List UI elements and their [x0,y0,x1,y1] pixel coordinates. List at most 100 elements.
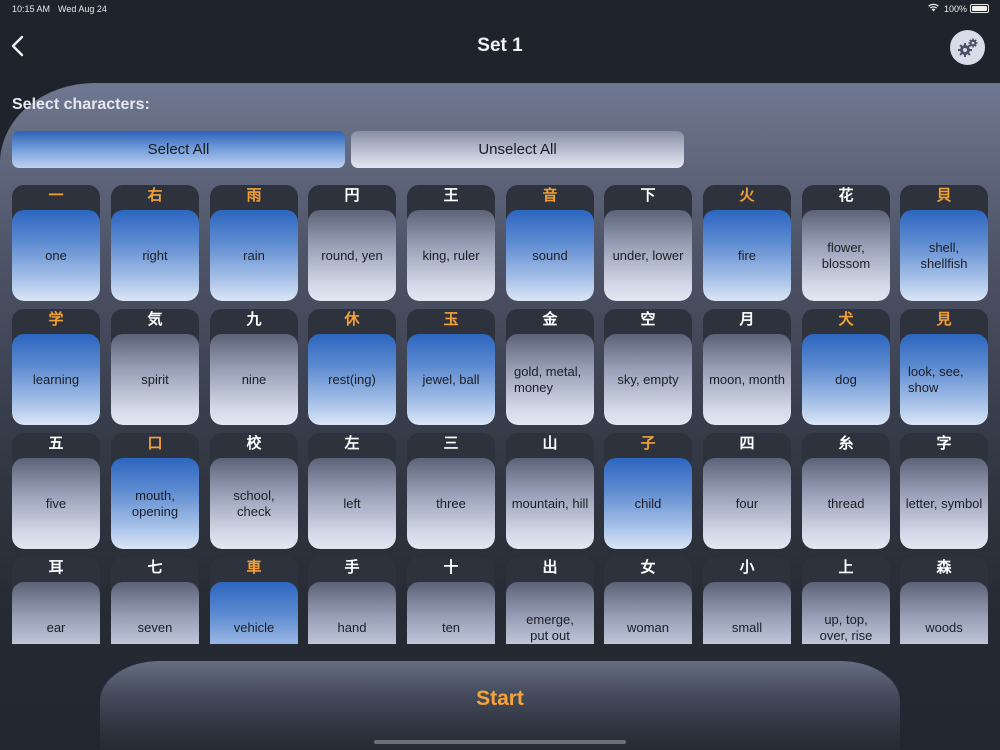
character-meaning-box: woods [900,582,988,644]
character-meaning: woods [925,619,963,635]
character-kanji: 小 [739,558,755,576]
character-kanji: 出 [542,558,558,576]
character-card[interactable]: 右 right [111,185,199,301]
character-kanji: 休 [344,310,360,328]
character-card[interactable]: 三 three [407,433,495,549]
character-card[interactable]: 貝 shell, shellfish [900,185,988,301]
character-card[interactable]: 空 sky, empty [604,309,692,425]
character-card[interactable]: 学 learning [12,309,100,425]
settings-button[interactable] [950,30,985,65]
character-meaning-box: hand [308,582,396,644]
character-meaning-box: spirit [111,334,199,425]
character-meaning: up, top, over, rise [819,611,873,643]
status-bar: 10:15 AM Wed Aug 24 100% [0,0,1000,18]
character-meaning: five [45,495,67,511]
character-card[interactable]: 犬 dog [802,309,890,425]
character-card[interactable]: 森 woods [900,557,988,644]
battery-icon [970,4,989,13]
page-title: Set 1 [477,35,523,56]
character-kanji: 十 [443,558,459,576]
character-meaning-box: emerge, put out [506,582,594,644]
character-card[interactable]: 王 king, ruler [407,185,495,301]
character-meaning-box: dog [802,334,890,425]
character-kanji: 森 [936,558,952,576]
character-meaning: ear [46,619,66,635]
character-card[interactable]: 左 left [308,433,396,549]
character-card[interactable]: 女 woman [604,557,692,644]
character-meaning-box: rest(ing) [308,334,396,425]
character-card[interactable]: 小 small [703,557,791,644]
character-kanji: 王 [443,186,459,204]
select-all-button[interactable]: Select All [12,131,345,168]
character-card[interactable]: 耳 ear [12,557,100,644]
character-card[interactable]: 音 sound [506,185,594,301]
character-card[interactable]: 月 moon, month [703,309,791,425]
character-card[interactable]: 字 letter, symbol [900,433,988,549]
character-card[interactable]: 出 emerge, put out [506,557,594,644]
character-kanji: 耳 [48,558,64,576]
character-meaning-box: learning [12,334,100,425]
character-meaning-box: four [703,458,791,549]
character-card[interactable]: 金 gold, metal, money [506,309,594,425]
character-card[interactable]: 糸 thread [802,433,890,549]
character-meaning: dog [835,371,857,387]
character-meaning: left [343,495,361,511]
character-meaning: learning [32,371,80,387]
character-card[interactable]: 四 four [703,433,791,549]
home-indicator [374,740,626,744]
character-kanji: 三 [443,434,459,452]
character-meaning-box: king, ruler [407,210,495,301]
character-meaning-box: fire [703,210,791,301]
character-kanji: 車 [246,558,262,576]
character-card[interactable]: 五 five [12,433,100,549]
character-meaning: mountain, hill [511,495,589,511]
unselect-all-button[interactable]: Unselect All [351,131,684,168]
character-meaning-box: vehicle [210,582,298,644]
wifi-icon [928,3,939,15]
character-card[interactable]: 子 child [604,433,692,549]
character-card[interactable]: 校 school, check [210,433,298,549]
character-meaning-box: up, top, over, rise [802,582,890,644]
character-meaning: flower, blossom [821,239,871,271]
character-card[interactable]: 車 vehicle [210,557,298,644]
character-kanji: 気 [147,310,163,328]
character-meaning: thread [827,495,865,511]
character-meaning: school, check [233,487,275,519]
character-card[interactable]: 休 rest(ing) [308,309,396,425]
character-meaning-box: woman [604,582,692,644]
character-card[interactable]: 上 up, top, over, rise [802,557,890,644]
character-meaning: one [45,247,67,263]
character-card[interactable]: 下 under, lower [604,185,692,301]
character-meaning: small [731,619,763,635]
character-card[interactable]: 火 fire [703,185,791,301]
character-card[interactable]: 円 round, yen [308,185,396,301]
character-kanji: 字 [936,434,952,452]
character-kanji: 金 [542,310,558,328]
character-card[interactable]: 気 spirit [111,309,199,425]
character-card[interactable]: 雨 rain [210,185,298,301]
character-card[interactable]: 手 hand [308,557,396,644]
start-button[interactable]: Start [100,661,900,750]
character-card[interactable]: 見 look, see, show [900,309,988,425]
character-card[interactable]: 口 mouth, opening [111,433,199,549]
character-card[interactable]: 山 mountain, hill [506,433,594,549]
character-meaning-box: letter, symbol [900,458,988,549]
character-card[interactable]: 一 one [12,185,100,301]
character-meaning: look, see, show [908,363,964,395]
character-kanji: 一 [48,186,64,204]
character-meaning: three [436,495,466,511]
character-card[interactable]: 七 seven [111,557,199,644]
character-card[interactable]: 十 ten [407,557,495,644]
navigation-bar: Set 1 [0,18,1000,78]
character-kanji: 貝 [936,186,952,204]
character-meaning: rest(ing) [328,371,376,387]
character-kanji: 校 [246,434,262,452]
character-card[interactable]: 花 flower, blossom [802,185,890,301]
character-meaning-box: jewel, ball [407,334,495,425]
character-card[interactable]: 玉 jewel, ball [407,309,495,425]
character-meaning: spirit [141,371,169,387]
character-meaning-box: rain [210,210,298,301]
character-card[interactable]: 九 nine [210,309,298,425]
start-label: Start [476,687,524,710]
character-kanji: 七 [147,558,163,576]
